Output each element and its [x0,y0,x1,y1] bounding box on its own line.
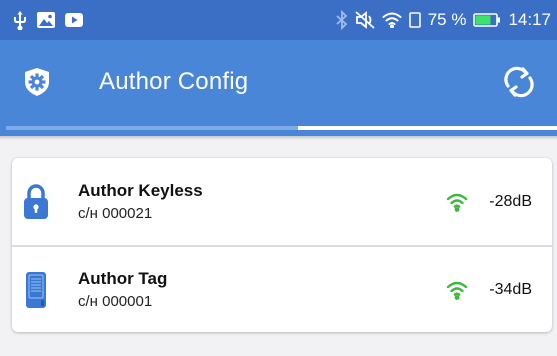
progress-track [6,126,557,130]
app-bar: Author Config [0,40,557,124]
wifi-signal-icon [446,280,468,300]
app-bar-shadow [0,136,557,140]
battery-icon [473,13,501,27]
usb-icon [12,10,28,30]
wifi-signal-icon [446,192,468,212]
refresh-icon [504,66,534,98]
gear-shield-icon [22,67,52,97]
device-serial: с/н 000001 [78,292,153,310]
device-name: Author Keyless [78,180,203,200]
image-icon [36,11,56,29]
status-right-icons: 75 % 14:17 [336,10,551,30]
sim-icon [408,12,421,28]
device-row-author-tag[interactable]: Author Tag с/н 000001 -34dB [12,245,552,332]
device-row-author-keyless[interactable]: Author Keyless с/н 000021 -28dB [12,158,552,245]
clock-time: 14:17 [508,10,551,29]
battery-percent: 75 % [427,10,467,29]
padlock-icon [22,182,50,222]
scan-progress-bar [0,124,557,136]
status-bar: 75 % 14:17 [0,0,557,40]
device-name: Author Tag [78,268,168,288]
device-rssi: -28dB [489,192,532,210]
refresh-button[interactable] [497,60,541,104]
device-rssi: -34dB [489,280,532,298]
status-left-icons [12,10,84,30]
mute-icon [355,11,375,29]
youtube-icon [64,12,84,28]
tag-card-icon [22,270,50,310]
bluetooth-icon [336,10,348,30]
device-info: Author Keyless с/н 000021 [78,180,446,224]
device-list: Author Keyless с/н 000021 -28dB Author T… [12,158,552,332]
device-serial: с/н 000021 [78,204,153,222]
progress-fill [298,126,557,130]
wifi-status-icon [382,12,402,28]
page-title: Author Config [99,68,249,95]
device-info: Author Tag с/н 000001 [78,268,446,312]
